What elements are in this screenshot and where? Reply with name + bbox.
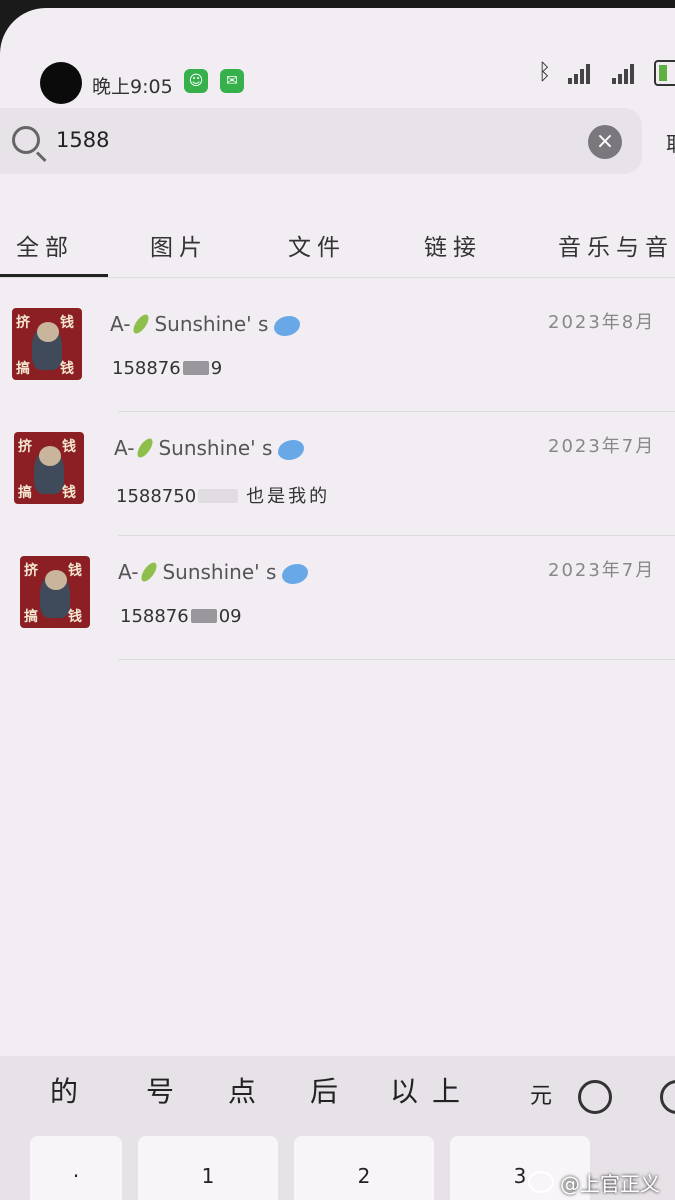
leaf-icon	[139, 560, 160, 584]
result-row[interactable]: 挤 钱 搞 钱 A- Sunshine' s 2023年8月 158876 9	[0, 288, 675, 412]
tab-images[interactable]: 图片	[150, 228, 208, 262]
front-camera	[40, 62, 82, 104]
search-results: 挤 钱 搞 钱 A- Sunshine' s 2023年8月 158876 9 挤 …	[0, 288, 675, 660]
sender-name: A- Sunshine' s	[118, 560, 309, 584]
link-icon[interactable]	[578, 1080, 612, 1114]
tab-files[interactable]: 文件	[288, 228, 346, 262]
candidate-word[interactable]: 点	[228, 1070, 256, 1110]
message-date: 2023年7月	[548, 436, 656, 457]
clear-search-button[interactable]: ×	[588, 125, 622, 159]
battery-icon	[654, 60, 675, 86]
weibo-icon	[528, 1171, 554, 1193]
dolphin-icon	[278, 439, 305, 460]
avatar: 挤 钱 搞 钱	[14, 432, 84, 504]
message-date: 2023年8月	[548, 312, 656, 333]
candidate-word[interactable]: 号	[146, 1070, 174, 1110]
leaf-icon	[131, 312, 152, 336]
candidate-word[interactable]: 后	[310, 1070, 338, 1110]
candidate-word[interactable]: 元	[530, 1078, 552, 1110]
avatar: 挤 钱 搞 钱	[20, 556, 90, 628]
key-1[interactable]: 1	[138, 1136, 278, 1200]
sender-name: A- Sunshine' s	[114, 436, 305, 460]
message-snippet: 158876 9	[112, 358, 223, 379]
watermark: @上官正义	[528, 1168, 660, 1197]
candidate-word[interactable]: 的	[50, 1070, 78, 1110]
dolphin-icon	[282, 563, 309, 584]
tab-links[interactable]: 链接	[424, 228, 482, 262]
message-snippet: 1588750 也是我的	[116, 486, 331, 507]
redaction-blur	[198, 489, 239, 503]
divider	[0, 277, 675, 278]
redaction-blur	[182, 361, 209, 375]
candidate-word[interactable]: 以上	[390, 1070, 474, 1110]
signal-icon-2	[612, 62, 642, 84]
filter-tabs: 全部 图片 文件 链接 音乐与音	[0, 208, 675, 282]
leaf-icon	[135, 436, 156, 460]
dolphin-icon	[274, 315, 301, 336]
redaction-blur	[190, 609, 217, 623]
key-2[interactable]: 2	[294, 1136, 434, 1200]
bluetooth-icon: ᛒ	[538, 60, 552, 85]
avatar: 挤 钱 搞 钱	[12, 308, 82, 380]
phone-screen: 晚上9:05 ☺ ✉ ᛒ 1588 × 取 全部 图片 文件 链接 音乐与音 挤…	[0, 8, 675, 1200]
message-date: 2023年7月	[548, 560, 656, 581]
green-app-icon: ☺	[184, 69, 208, 93]
tab-music[interactable]: 音乐与音	[558, 228, 674, 262]
tab-all[interactable]: 全部	[16, 228, 74, 262]
close-icon: ×	[595, 129, 615, 154]
cancel-button[interactable]: 取	[666, 128, 675, 157]
wechat-icon: ✉	[220, 69, 244, 93]
close-icon[interactable]	[660, 1080, 675, 1114]
status-bar: 晚上9:05 ☺ ✉ ᛒ	[0, 8, 675, 104]
divider	[118, 659, 675, 660]
signal-icon	[568, 62, 598, 84]
key-dot[interactable]: ·	[30, 1136, 122, 1200]
search-icon	[12, 126, 40, 154]
search-input[interactable]: 1588	[56, 128, 109, 152]
search-bar[interactable]: 1588 ×	[0, 108, 642, 174]
message-snippet: 158876 09	[120, 606, 242, 627]
sender-name: A- Sunshine' s	[110, 312, 301, 336]
result-row[interactable]: 挤 钱 搞 钱 A- Sunshine' s 2023年7月 158876 09	[0, 536, 675, 660]
status-time: 晚上9:05	[92, 76, 173, 98]
result-row[interactable]: 挤 钱 搞 钱 A- Sunshine' s 2023年7月 1588750 也是我…	[0, 412, 675, 536]
